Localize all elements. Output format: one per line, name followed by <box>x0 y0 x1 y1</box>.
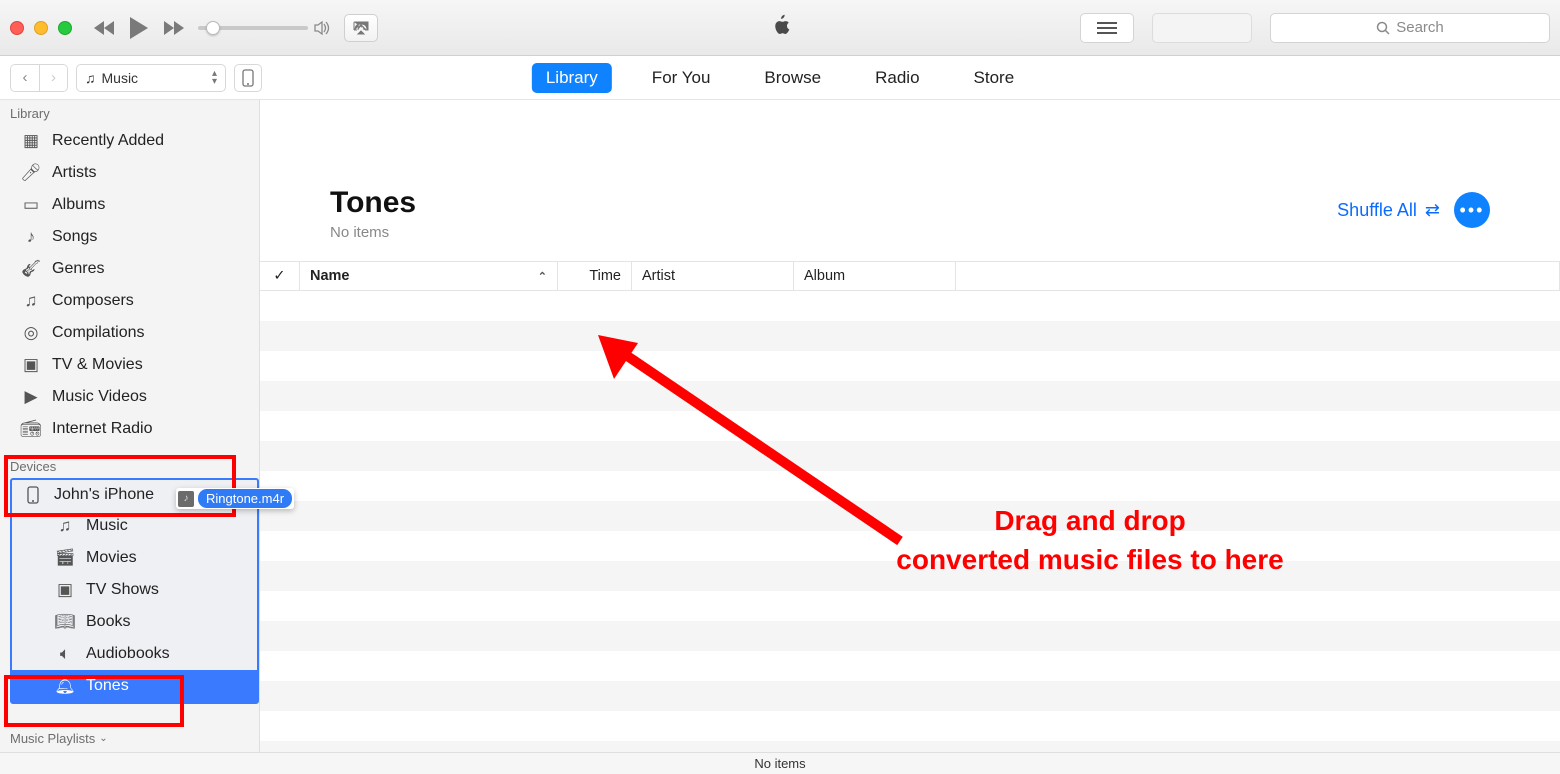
previous-track-button[interactable] <box>90 13 120 43</box>
shuffle-all-button[interactable]: Shuffle All ⇄ <box>1337 200 1440 221</box>
sidebar-item-device-tvshows[interactable]: ▣TV Shows <box>12 574 257 606</box>
sidebar-item-device-audiobooks[interactable]: 🔈︎Audiobooks <box>12 638 257 670</box>
annotation-text: Drag and drop converted music files to h… <box>810 501 1370 579</box>
main-tabs: Library For You Browse Radio Store <box>532 63 1028 93</box>
sidebar-item-device-movies[interactable]: 🎬︎Movies <box>12 542 257 574</box>
tv-icon: ▣ <box>54 580 76 600</box>
sidebar-item-genres[interactable]: 🎸︎Genres <box>0 253 259 285</box>
note-icon: ♫ <box>54 516 76 536</box>
close-window-button[interactable] <box>10 21 24 35</box>
music-icon: ♫ <box>85 70 96 86</box>
tab-browse[interactable]: Browse <box>750 63 835 93</box>
search-icon <box>1376 21 1390 35</box>
tv-icon: ▣ <box>20 355 42 375</box>
sidebar-item-recently-added[interactable]: ▦Recently Added <box>0 125 259 157</box>
track-list-empty[interactable]: Drag and drop converted music files to h… <box>260 291 1560 752</box>
iphone-icon <box>22 486 44 504</box>
sidebar-item-compilations[interactable]: ◎Compilations <box>0 317 259 349</box>
shuffle-icon: ⇄ <box>1425 200 1440 221</box>
sidebar-item-device-tones[interactable]: 🔔︎Tones <box>12 670 257 702</box>
guitar-icon: 🎸︎ <box>20 259 42 279</box>
sidebar-item-songs[interactable]: ♪Songs <box>0 221 259 253</box>
tab-radio[interactable]: Radio <box>861 63 933 93</box>
device-button[interactable] <box>234 64 262 92</box>
audiobook-icon: 🔈︎ <box>54 644 76 664</box>
chevron-up-down-icon: ▴▾ <box>212 70 217 86</box>
sidebar: Library ▦Recently Added 🎤︎Artists ▭Album… <box>0 100 260 752</box>
tab-store[interactable]: Store <box>960 63 1029 93</box>
search-input[interactable]: Search <box>1270 13 1550 43</box>
column-headers: ✓ Name⌃ Time Artist Album <box>260 261 1560 291</box>
sidebar-item-device-music[interactable]: ♫Music <box>12 510 257 542</box>
microphone-icon: 🎤︎ <box>20 163 42 183</box>
status-text: No items <box>754 756 805 771</box>
disc-icon: ◎ <box>20 323 42 343</box>
sort-asc-icon: ⌃ <box>538 270 547 283</box>
album-icon: ▭ <box>20 195 42 215</box>
minimize-window-button[interactable] <box>34 21 48 35</box>
device-tree: John's iPhone ♫Music 🎬︎Movies ▣TV Shows … <box>10 478 259 704</box>
sidebar-item-device-books[interactable]: 📖︎Books <box>12 606 257 638</box>
composer-icon: ♫ <box>20 291 42 311</box>
page-title: Tones <box>330 186 416 220</box>
radio-icon: 📻︎ <box>20 419 42 439</box>
volume-slider[interactable] <box>198 21 330 35</box>
window-controls <box>10 21 72 35</box>
back-button[interactable]: ‹ <box>11 65 39 91</box>
search-placeholder: Search <box>1396 19 1444 36</box>
clock-icon: ▦ <box>20 131 42 151</box>
chevron-down-icon: ⌄ <box>99 733 107 744</box>
tab-library[interactable]: Library <box>532 63 612 93</box>
more-options-button[interactable]: ••• <box>1454 192 1490 228</box>
airplay-button[interactable] <box>344 14 378 42</box>
apple-logo-icon <box>768 10 792 45</box>
sidebar-item-composers[interactable]: ♫Composers <box>0 285 259 317</box>
source-nav-row: ‹ › ♫ Music ▴▾ Library For You Browse Ra… <box>0 56 1560 100</box>
page-subtitle: No items <box>330 224 416 241</box>
history-nav: ‹ › <box>10 64 68 92</box>
up-next-button[interactable] <box>1080 13 1134 43</box>
film-icon: 🎬︎ <box>54 548 76 568</box>
sidebar-item-music-videos[interactable]: ▶Music Videos <box>0 381 259 413</box>
note-icon: ♪ <box>20 227 42 247</box>
maximize-window-button[interactable] <box>58 21 72 35</box>
media-type-picker[interactable]: ♫ Music ▴▾ <box>76 64 226 92</box>
main-content: Tones No items Shuffle All ⇄ ••• ✓ Name⌃… <box>260 100 1560 752</box>
sidebar-item-albums[interactable]: ▭Albums <box>0 189 259 221</box>
bell-icon: 🔔︎ <box>54 676 76 696</box>
view-segment[interactable] <box>1152 13 1252 43</box>
tab-for-you[interactable]: For You <box>638 63 725 93</box>
column-check[interactable]: ✓ <box>260 262 300 290</box>
next-track-button[interactable] <box>158 13 188 43</box>
book-icon: 📖︎ <box>54 612 76 632</box>
sidebar-music-playlists[interactable]: Music Playlists ⌄ <box>0 725 259 752</box>
column-name[interactable]: Name⌃ <box>300 262 558 290</box>
forward-button[interactable]: › <box>39 65 67 91</box>
status-bar: No items <box>0 752 1560 774</box>
speaker-icon <box>314 21 330 35</box>
sidebar-item-tv-movies[interactable]: ▣TV & Movies <box>0 349 259 381</box>
video-icon: ▶ <box>20 387 42 407</box>
sidebar-header-devices: Devices <box>0 453 259 478</box>
media-picker-label: Music <box>102 70 139 86</box>
column-artist[interactable]: Artist <box>632 262 794 290</box>
play-button[interactable] <box>124 13 154 43</box>
sidebar-item-artists[interactable]: 🎤︎Artists <box>0 157 259 189</box>
sidebar-header-library: Library <box>0 100 259 125</box>
drag-file-chip: ♪ Ringtone.m4r <box>176 488 294 509</box>
column-album[interactable]: Album <box>794 262 956 290</box>
sidebar-item-internet-radio[interactable]: 📻︎Internet Radio <box>0 413 259 445</box>
column-time[interactable]: Time <box>558 262 632 290</box>
file-icon: ♪ <box>178 491 194 507</box>
titlebar: Search <box>0 0 1560 56</box>
